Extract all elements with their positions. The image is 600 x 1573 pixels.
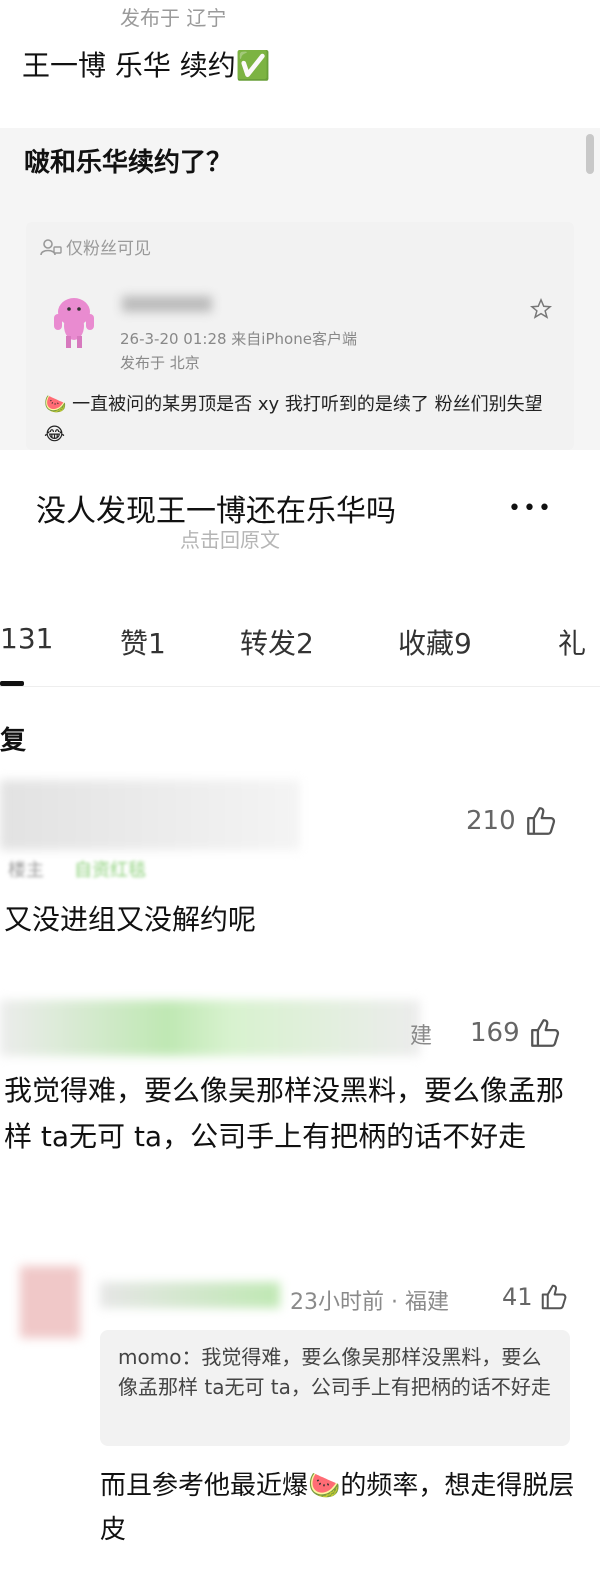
quoted-inner-card: 仅粉丝可见 26-3-20 01:28 来自iPhone客户端 发布于 北京 🍉… xyxy=(26,222,574,450)
quoted-body: 🍉 一直被问的某男顶是否 xy 我打听到的是续了 粉丝们别失望 😂 xyxy=(44,390,564,450)
like-control[interactable]: 210 xyxy=(466,804,558,838)
fan-badge: 自资红毯 xyxy=(74,860,146,881)
tab-gifts[interactable]: 礼 xyxy=(558,622,586,662)
location-suffix: 建 xyxy=(410,1024,433,1049)
comment-text: 而且参考他最近爆🍉的频率，想走得脱层皮 xyxy=(100,1464,580,1552)
tab-comments[interactable]: 131 xyxy=(0,622,53,655)
like-count: 210 xyxy=(466,806,516,836)
tab-divider xyxy=(0,686,600,687)
like-count: 41 xyxy=(502,1283,533,1311)
check-icon: ✅ xyxy=(235,49,271,82)
quoted-body-text: 一直被问的某男顶是否 xy 我打听到的是续了 粉丝们别失望 xyxy=(72,394,543,415)
tab-likes[interactable]: 赞1 xyxy=(120,622,166,662)
watermelon-icon: 🍉 xyxy=(44,394,67,415)
commenter-redacted xyxy=(0,1000,420,1056)
like-control[interactable]: 41 xyxy=(502,1282,569,1312)
section-label: 复 xyxy=(0,726,27,756)
like-control[interactable]: 169 xyxy=(470,1016,562,1050)
like-count: 169 xyxy=(470,1018,520,1048)
quoted-post-card[interactable]: 啵和乐华续约了？ 仅粉丝可见 26-3-20 01:28 来自iPhone客户端… xyxy=(0,128,600,450)
watermelon-icon: 🍉 xyxy=(308,1471,341,1501)
avatar[interactable] xyxy=(44,292,104,348)
comment-text: 又没进组又没解约呢 xyxy=(4,903,257,936)
comment-time: 23小时前 · 福建 xyxy=(290,1290,449,1315)
commenter-redacted xyxy=(0,780,300,850)
post-location: 发布于 辽宁 xyxy=(120,6,227,30)
comment-text-head: 而且参考他最近爆 xyxy=(100,1471,309,1501)
tab-reposts[interactable]: 转发2 xyxy=(240,622,314,662)
thumbs-up-icon xyxy=(526,807,555,835)
thumbs-up-icon xyxy=(530,1019,559,1047)
visibility-row: 仅粉丝可见 xyxy=(40,234,151,259)
star-icon[interactable] xyxy=(530,298,552,320)
laugh-icon: 😂 xyxy=(44,424,66,445)
commenter-redacted xyxy=(100,1282,280,1308)
quoted-location: 发布于 北京 xyxy=(120,354,200,372)
scrollbar[interactable] xyxy=(586,134,594,174)
fans-only-icon xyxy=(40,238,62,255)
badge-row: 楼主 自资红毯 xyxy=(8,856,146,882)
quoted-question: 啵和乐华续约了？ xyxy=(24,148,233,178)
more-icon[interactable]: ••• xyxy=(508,496,553,521)
tab-favorites[interactable]: 收藏9 xyxy=(398,622,472,662)
comment-text: 我觉得难，要么像吴那样没黑料，要么像孟那样 ta无可 ta，公司手上有把柄的话不… xyxy=(4,1074,565,1153)
quoted-meta: 26-3-20 01:28 来自iPhone客户端 xyxy=(120,330,357,348)
username-redacted xyxy=(122,296,212,312)
back-to-original-link[interactable]: 点击回原文 xyxy=(180,524,280,553)
author-badge: 楼主 xyxy=(8,860,44,881)
avatar[interactable] xyxy=(20,1266,80,1338)
thumbs-up-icon xyxy=(541,1284,566,1310)
quoted-comment[interactable]: momo：我觉得难，要么像吴那样没黑料，要么像孟那样 ta无可 ta，公司手上有… xyxy=(100,1330,570,1446)
visibility-label: 仅粉丝可见 xyxy=(66,239,151,259)
post-text: 王一博 乐华 续约 xyxy=(22,49,236,82)
post-text-line: 王一博 乐华 续约✅ xyxy=(22,44,271,84)
